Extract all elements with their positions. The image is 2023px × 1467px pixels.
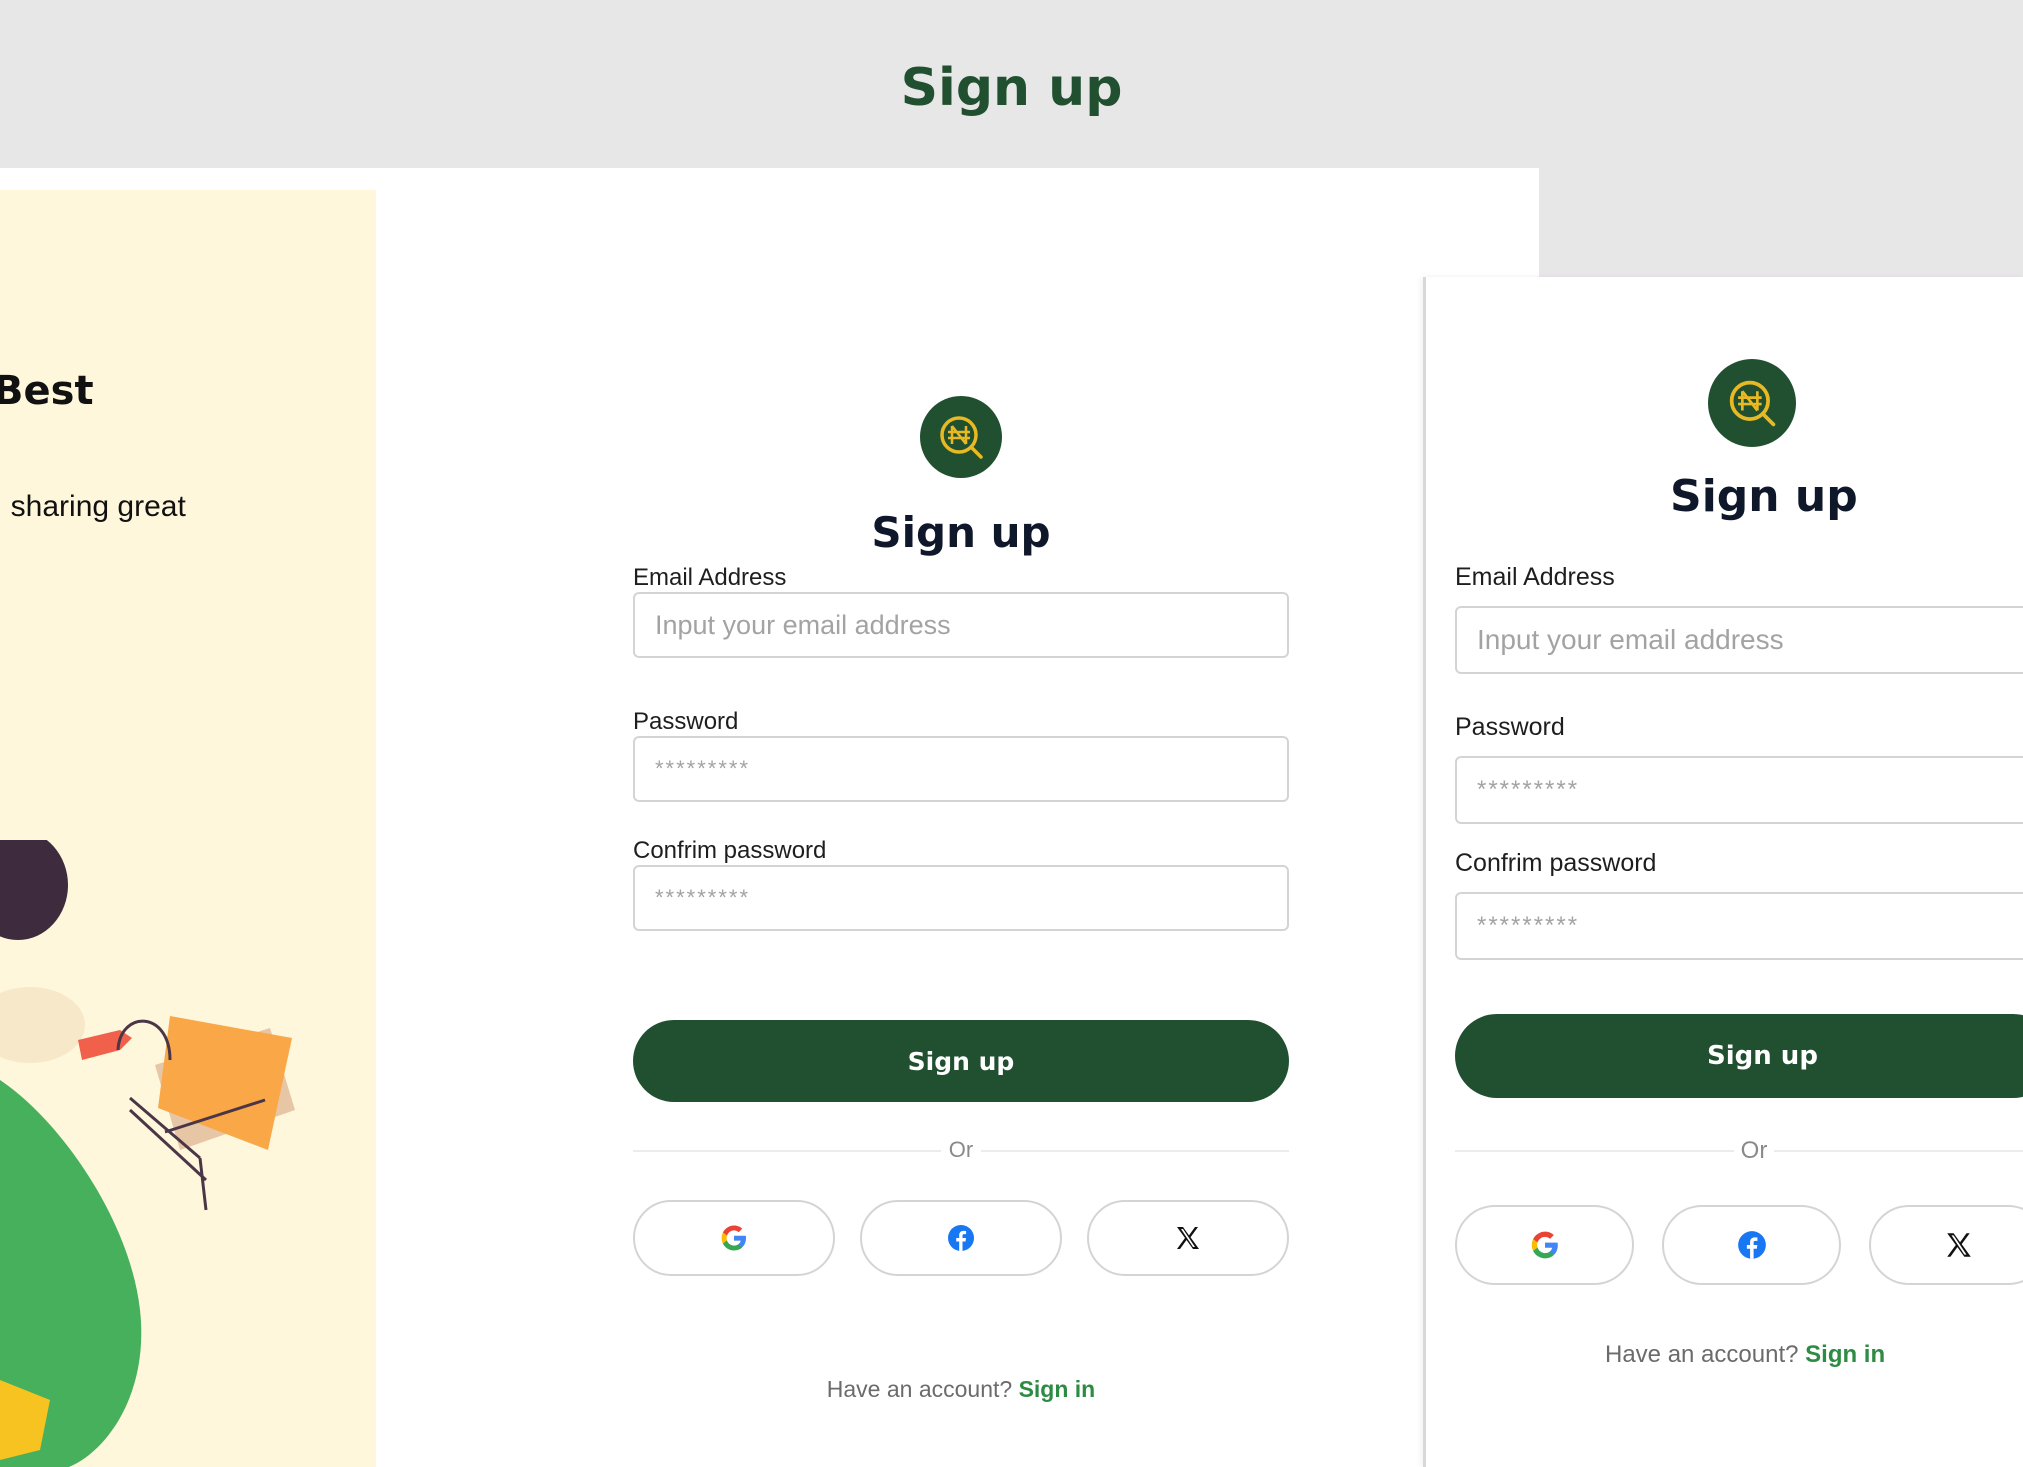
divider-text: Or <box>941 1137 981 1163</box>
signin-prompt: Have an account? Sign in <box>1455 1341 2023 1369</box>
email-label: Email Address <box>633 564 787 591</box>
signup-form-mobile: Sign up Email Address Input your email a… <box>1455 359 2023 1459</box>
form-title: Sign up <box>1670 471 1858 522</box>
promo-subtitle: , sharing great <box>0 490 186 523</box>
signup-button[interactable]: Sign up <box>1455 1014 2023 1098</box>
facebook-icon <box>1737 1231 1766 1259</box>
signup-button[interactable]: Sign up <box>633 1020 1289 1102</box>
password-label: Password <box>633 708 739 735</box>
signup-form-desktop: Sign up Email Address Input your email a… <box>633 396 1289 1402</box>
naira-logo-icon <box>920 396 1002 478</box>
desktop-preview: e Best , sharing great Sign up Email Add… <box>0 168 1539 1467</box>
email-input[interactable]: Input your email address <box>633 592 1289 658</box>
confirm-password-label: Confrim password <box>633 837 827 864</box>
page-title: Sign up <box>900 58 1123 118</box>
shopping-illustration <box>0 840 295 1467</box>
password-input[interactable]: ********* <box>633 736 1289 802</box>
confirm-password-input[interactable]: ********* <box>633 865 1289 931</box>
x-icon <box>1946 1233 1971 1257</box>
form-title: Sign up <box>871 508 1051 557</box>
signin-prompt-text: Have an account? <box>1605 1341 1799 1368</box>
email-input[interactable]: Input your email address <box>1455 606 2023 674</box>
email-label: Email Address <box>1455 563 1615 591</box>
signin-link[interactable]: Sign in <box>1805 1341 1885 1368</box>
password-label: Password <box>1455 713 1565 741</box>
facebook-icon <box>948 1225 974 1251</box>
x-icon <box>1177 1227 1199 1249</box>
confirm-password-label: Confrim password <box>1455 849 1657 877</box>
divider-text: Or <box>1734 1137 1774 1165</box>
facebook-signup-button[interactable] <box>860 1200 1062 1276</box>
google-icon <box>721 1225 746 1251</box>
promo-panel: e Best , sharing great <box>0 190 376 1467</box>
confirm-password-input[interactable]: ********* <box>1455 892 2023 960</box>
google-icon <box>1531 1231 1558 1259</box>
naira-logo-icon <box>1708 359 1796 447</box>
facebook-signup-button[interactable] <box>1662 1205 1841 1285</box>
mobile-preview: Sign up Email Address Input your email a… <box>1423 277 2023 1467</box>
signin-prompt-text: Have an account? <box>826 1376 1013 1402</box>
x-signup-button[interactable] <box>1087 1200 1289 1276</box>
x-signup-button[interactable] <box>1869 1205 2023 1285</box>
signin-link[interactable]: Sign in <box>1019 1376 1096 1402</box>
signin-prompt: Have an account? Sign in <box>633 1376 1289 1403</box>
google-signup-button[interactable] <box>1455 1205 1634 1285</box>
password-input[interactable]: ********* <box>1455 756 2023 824</box>
google-signup-button[interactable] <box>633 1200 835 1276</box>
promo-title: e Best <box>0 368 94 414</box>
